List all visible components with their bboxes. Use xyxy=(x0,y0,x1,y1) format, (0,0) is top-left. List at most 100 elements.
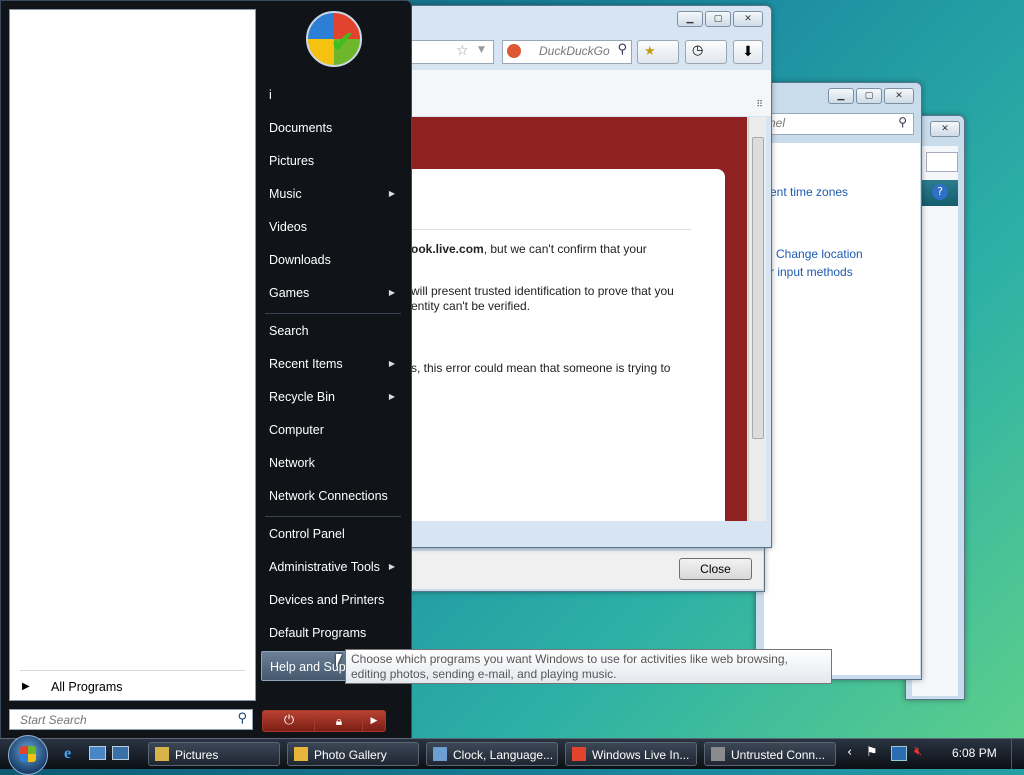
submenu-arrow-icon: ▶ xyxy=(388,562,395,571)
taskbar-button-label: Pictures xyxy=(175,748,219,762)
history-button[interactable]: ◷ xyxy=(685,40,727,64)
start-menu-item-label: Devices and Printers xyxy=(269,593,385,607)
power-icon: ⏻ xyxy=(283,713,295,728)
submenu-arrow-icon: ▶ xyxy=(388,392,395,401)
taskbar-button-photo-gallery[interactable]: Photo Gallery xyxy=(287,742,419,766)
start-menu-item-label: Documents xyxy=(269,121,333,135)
start-menu-item-network[interactable]: Network xyxy=(261,448,401,478)
start-menu-item-downloads[interactable]: Downloads xyxy=(261,245,401,275)
close-icon[interactable]: ✕ xyxy=(884,88,914,104)
start-menu: ▶ All Programs ✔ i Documents Pictures Musi… xyxy=(0,0,412,740)
lock-button[interactable]: 🔒︎ xyxy=(314,710,364,732)
start-menu-programs-pane: ▶ All Programs xyxy=(9,9,256,701)
close-icon[interactable]: ✕ xyxy=(733,11,763,27)
clock-icon: ◷ xyxy=(692,43,704,58)
arrow-right-icon: ▶ xyxy=(22,681,30,692)
start-menu-item-videos[interactable]: Videos xyxy=(261,212,401,242)
start-menu-item-label: Downloads xyxy=(269,253,331,267)
minimize-icon[interactable]: ▁ xyxy=(677,11,703,27)
help-icon[interactable]: ? xyxy=(932,184,948,200)
start-menu-item-recent-items[interactable]: Recent Items ▶ xyxy=(261,349,401,379)
download-arrow-icon: ⬇ xyxy=(742,44,754,60)
maximize-icon[interactable]: ▢ xyxy=(856,88,882,104)
checkmark-icon: ✔ xyxy=(330,25,356,60)
clock-language-window[interactable]: ▁ ▢ ✕ nel ⚲ ent time zones Change locati… xyxy=(755,82,922,680)
taskbar: e Pictures Photo Gallery Clock, Language..… xyxy=(0,735,1024,775)
show-desktop-icon[interactable] xyxy=(89,746,106,760)
start-menu-item-network-connections[interactable]: Network Connections xyxy=(261,481,401,511)
start-menu-item-pictures[interactable]: Pictures xyxy=(261,146,401,176)
taskbar-button-untrusted-conn[interactable]: Untrusted Conn... xyxy=(704,742,836,766)
start-menu-item-label: Computer xyxy=(269,423,324,437)
start-search-box[interactable]: ⚲ xyxy=(9,709,253,730)
search-icon[interactable]: ⚲ xyxy=(617,42,627,57)
start-menu-item-search[interactable]: Search xyxy=(261,316,401,346)
clock[interactable]: 6:08 PM xyxy=(952,746,997,760)
taskbar-button-windows-live-in[interactable]: Windows Live In... xyxy=(565,742,697,766)
close-icon[interactable]: ✕ xyxy=(930,121,960,137)
start-menu-item-games[interactable]: Games ▶ xyxy=(261,278,401,308)
start-menu-item-music[interactable]: Music ▶ xyxy=(261,179,401,209)
cert-text-1: , but we can't confirm that your xyxy=(483,242,647,256)
bookmarks-button[interactable]: ★ xyxy=(637,40,679,64)
switch-windows-icon[interactable] xyxy=(112,746,129,760)
show-desktop-strip[interactable] xyxy=(1011,739,1024,769)
page-scrollbar[interactable] xyxy=(748,117,766,521)
maximize-icon[interactable]: ▢ xyxy=(705,11,731,27)
start-menu-item-label: Network Connections xyxy=(269,489,388,503)
close-button[interactable]: Close xyxy=(679,558,752,580)
taskbar-button-pictures[interactable]: Pictures xyxy=(148,742,280,766)
start-menu-item-administrative-tools[interactable]: Administrative Tools ▶ xyxy=(261,552,401,582)
volume-muted-icon[interactable]: 🔇︎ xyxy=(914,744,922,759)
windows-flag-icon xyxy=(20,746,36,762)
link-time-zones[interactable]: ent time zones xyxy=(770,185,848,199)
start-orb[interactable] xyxy=(8,735,48,775)
dropdown-icon[interactable]: ▼ xyxy=(478,45,485,55)
start-menu-item-default-programs[interactable]: Default Programs xyxy=(261,618,401,648)
app-icon xyxy=(294,747,308,761)
link-change-location[interactable]: Change location xyxy=(776,247,863,261)
chevron-left-icon[interactable]: ‹ xyxy=(847,745,852,760)
close-button-label: Close xyxy=(700,562,731,576)
search-engine-box[interactable]: DuckDuckGo ⚲ xyxy=(502,40,632,64)
start-menu-item-label: Network xyxy=(269,456,315,470)
submenu-arrow-icon: ▶ xyxy=(388,288,395,297)
search-icon: ⚲ xyxy=(898,115,907,129)
user-name[interactable]: i xyxy=(261,80,401,110)
bookmark-star-icon: ★ xyxy=(644,44,656,59)
duckduckgo-icon xyxy=(507,44,521,58)
downloads-button[interactable]: ⬇ xyxy=(733,40,763,64)
error-page: ook.live.com, but we can't confirm that … xyxy=(411,117,747,521)
default-programs-tooltip: Choose which programs you want Windows t… xyxy=(345,649,832,684)
taskbar-button-label: Photo Gallery xyxy=(314,748,387,762)
mouse-cursor-icon xyxy=(336,654,342,668)
browser-window[interactable]: ▁ ▢ ✕ ☆ ▼ DuckDuckGo ⚲ ★ ◷ ⬇ ⠿ ook.live.… xyxy=(380,5,772,548)
all-programs[interactable]: ▶ All Programs xyxy=(14,676,250,698)
grip-icon: ⠿ xyxy=(756,100,763,110)
cert-text-4: s, this error could mean that someone is… xyxy=(411,361,671,375)
lock-icon: 🔒︎ xyxy=(335,714,343,728)
start-menu-item-recycle-bin[interactable]: Recycle Bin ▶ xyxy=(261,382,401,412)
power-options-arrow[interactable]: ▶ xyxy=(362,710,386,732)
all-programs-label: All Programs xyxy=(51,680,123,694)
start-search-input[interactable] xyxy=(10,710,230,729)
taskbar-button-clock-language[interactable]: Clock, Language... xyxy=(426,742,558,766)
control-panel-search[interactable]: nel ⚲ xyxy=(764,113,914,135)
power-button[interactable]: ⏻ xyxy=(262,710,316,732)
search-icon[interactable]: ⚲ xyxy=(237,711,247,726)
action-center-flag-icon[interactable]: ⚑ xyxy=(866,745,878,760)
start-menu-item-devices-and-printers[interactable]: Devices and Printers xyxy=(261,585,401,615)
link-input-methods[interactable]: r input methods xyxy=(770,265,853,279)
cert-domain: ook.live.com xyxy=(411,242,484,256)
search-engine-placeholder: DuckDuckGo xyxy=(539,44,610,58)
url-bar[interactable]: ☆ ▼ xyxy=(409,40,494,64)
start-menu-item-control-panel[interactable]: Control Panel xyxy=(261,519,401,549)
start-menu-item-computer[interactable]: Computer xyxy=(261,415,401,445)
start-menu-item-documents[interactable]: Documents xyxy=(261,113,401,143)
internet-explorer-icon[interactable]: e xyxy=(64,745,71,763)
star-icon[interactable]: ☆ xyxy=(456,43,469,59)
start-menu-item-label: Videos xyxy=(269,220,307,234)
network-icon[interactable] xyxy=(891,746,907,761)
taskbar-button-label: Untrusted Conn... xyxy=(731,748,826,762)
minimize-icon[interactable]: ▁ xyxy=(828,88,854,104)
